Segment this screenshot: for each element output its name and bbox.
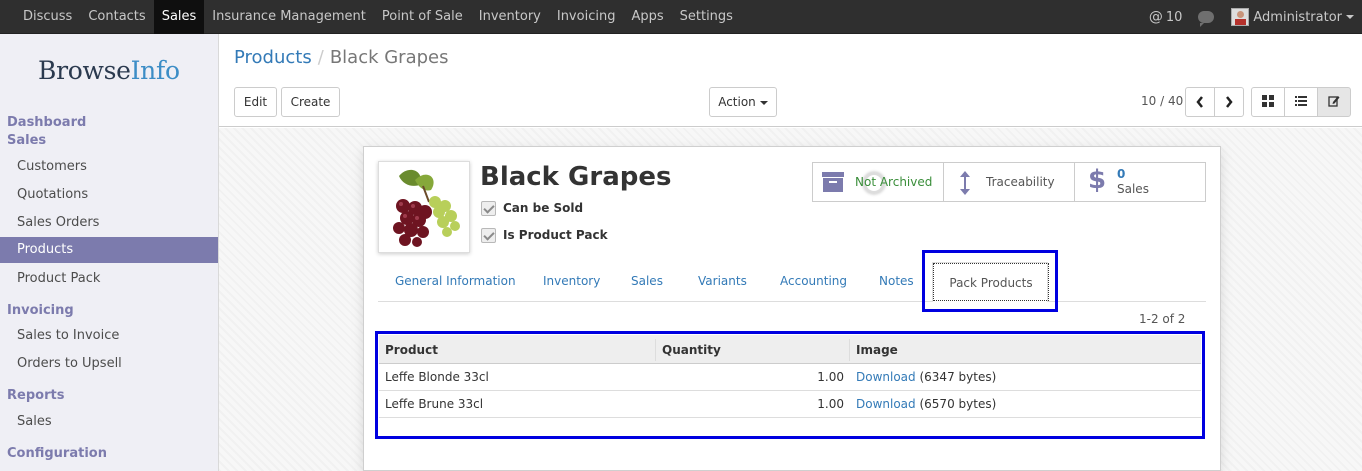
sidebar-item-quotations[interactable]: Quotations [0,182,218,208]
pager-value[interactable]: 10 / 40 [1141,94,1183,108]
edit-button[interactable]: Edit [234,87,277,117]
traceability-label: Traceability [986,175,1055,189]
archive-toggle-button[interactable]: Not Archived [812,162,944,202]
control-panel: Products / Black Grapes Edit Create Action… [219,34,1362,127]
sidebar-item-products[interactable]: Products [0,237,218,263]
sidebar-section-invoicing[interactable]: Invoicing [7,303,74,318]
create-button[interactable]: Create [281,87,340,117]
grapes-icon [393,169,460,247]
tab-general-information[interactable]: General Information [395,274,516,288]
kanban-icon [1262,95,1274,107]
top-navbar: Discuss Contacts Sales Insurance Managem… [0,0,1362,34]
form-view-button[interactable] [1317,87,1351,117]
list-view-button[interactable] [1284,87,1318,117]
menu-contacts[interactable]: Contacts [80,0,153,34]
at-mention-icon[interactable]: @ [1149,9,1163,25]
pager-previous-button[interactable] [1185,87,1215,117]
tabs-divider [378,301,1206,302]
chevron-right-icon [1226,96,1233,108]
highlight-box-table [375,331,1205,439]
user-name[interactable]: Administrator [1253,10,1342,25]
menu-apps[interactable]: Apps [623,0,671,34]
product-image[interactable] [378,161,470,253]
menu-discuss[interactable]: Discuss [15,0,80,34]
list-icon [1295,96,1307,106]
breadcrumb-current: Black Grapes [329,47,449,68]
dollar-icon: $ [1088,165,1107,195]
breadcrumb: Products / Black Grapes [234,47,449,68]
user-avatar[interactable] [1231,8,1250,26]
archive-icon [822,172,844,192]
breadcrumb-products-link[interactable]: Products [234,47,312,68]
top-right-systray: @ 10 Administrator [1149,0,1354,34]
kanban-view-button[interactable] [1251,87,1285,117]
pager-next-button[interactable] [1214,87,1244,117]
tab-accounting[interactable]: Accounting [780,274,847,288]
edit-icon [1328,96,1340,107]
can-be-sold-label: Can be Sold [503,201,584,215]
sidebar-section-dashboard[interactable]: Dashboard [7,115,86,130]
sales-label: Sales [1117,182,1149,196]
top-menu: Discuss Contacts Sales Insurance Managem… [15,0,741,34]
is-product-pack-checkbox[interactable] [481,228,496,243]
tab-inventory[interactable]: Inventory [543,274,600,288]
menu-invoicing[interactable]: Invoicing [549,0,624,34]
sidebar-item-sales-orders[interactable]: Sales Orders [0,210,218,236]
sidebar-section-reports[interactable]: Reports [7,388,64,403]
menu-point-of-sale[interactable]: Point of Sale [374,0,471,34]
sidebar-item-report-sales[interactable]: Sales [0,409,218,435]
sidebar: BrowseInfo Dashboard Sales Customers Quo… [0,34,219,471]
logo: BrowseInfo [38,56,180,85]
arrows-vertical-icon [960,171,970,195]
product-name[interactable]: Black Grapes [480,162,671,192]
chevron-down-icon [759,100,768,105]
sidebar-section-sales[interactable]: Sales [7,133,46,148]
chevron-down-icon[interactable] [1346,15,1354,19]
highlight-box-tab [922,250,1058,312]
action-dropdown[interactable]: Action [709,87,777,117]
menu-settings[interactable]: Settings [672,0,741,34]
sidebar-section-configuration[interactable]: Configuration [7,446,107,461]
sidebar-item-orders-to-upsell[interactable]: Orders to Upsell [0,351,218,377]
menu-sales[interactable]: Sales [153,0,205,34]
archived-status: Not Archived [855,175,933,189]
chat-icon[interactable] [1198,11,1215,27]
menu-insurance-management[interactable]: Insurance Management [204,0,374,34]
notification-count[interactable]: 10 [1166,10,1183,25]
chevron-left-icon [1196,96,1203,108]
sidebar-item-customers[interactable]: Customers [0,154,218,180]
tab-variants[interactable]: Variants [698,274,747,288]
is-product-pack-label: Is Product Pack [503,228,608,242]
sales-smart-button[interactable]: $ 0 Sales [1074,162,1206,202]
tab-sales[interactable]: Sales [631,274,663,288]
menu-inventory[interactable]: Inventory [471,0,549,34]
traceability-button[interactable]: Traceability [943,162,1075,202]
sales-count: 0 [1117,167,1126,181]
sidebar-item-sales-to-invoice[interactable]: Sales to Invoice [0,323,218,349]
can-be-sold-checkbox[interactable] [481,201,496,216]
sidebar-item-product-pack[interactable]: Product Pack [0,266,218,292]
tab-notes[interactable]: Notes [879,274,914,288]
record-count: 1-2 of 2 [1139,312,1186,326]
